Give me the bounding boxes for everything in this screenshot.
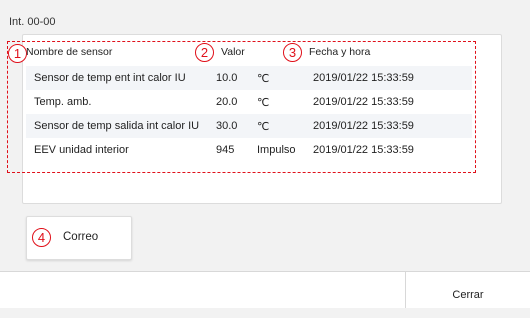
- table-row: Sensor de temp ent int calor IU 10.0 ℃ 2…: [26, 66, 472, 90]
- sensor-unit: ℃: [257, 97, 270, 109]
- sensor-unit: ℃: [257, 73, 270, 85]
- footer-bar: Cerrar: [0, 271, 530, 308]
- sensor-datetime: 2019/01/22 15:33:59: [313, 96, 414, 108]
- sensor-datetime: 2019/01/22 15:33:59: [313, 120, 414, 132]
- column-header-datetime: Fecha y hora: [309, 46, 371, 58]
- sensor-datetime: 2019/01/22 15:33:59: [313, 72, 414, 84]
- callout-marker-3: 3: [283, 43, 302, 62]
- sensor-value: 20.0: [216, 96, 238, 108]
- sensor-unit: Impulso: [257, 144, 296, 156]
- callout-marker-1: 1: [8, 44, 27, 63]
- table-row: Temp. amb. 20.0 ℃ 2019/01/22 15:33:59: [26, 90, 472, 114]
- column-header-name: Nombre de sensor: [26, 46, 113, 58]
- close-button[interactable]: Cerrar: [406, 272, 530, 308]
- sensor-value: 945: [216, 144, 235, 156]
- sensor-name: EEV unidad interior: [34, 144, 129, 156]
- mail-button[interactable]: 4 Correo: [26, 216, 132, 260]
- sensor-value: 30.0: [216, 120, 238, 132]
- sensor-unit: ℃: [257, 121, 270, 133]
- mail-button-label: Correo: [63, 231, 99, 243]
- sensor-name: Sensor de temp salida int calor IU: [34, 120, 200, 132]
- screen-title: Int. 00-00: [9, 16, 56, 28]
- callout-marker-2: 2: [195, 43, 214, 62]
- sensor-value: 10.0: [216, 72, 238, 84]
- table-row: EEV unidad interior 945 Impulso 2019/01/…: [26, 138, 472, 162]
- column-header-value: Valor: [221, 46, 245, 58]
- sensor-name: Sensor de temp ent int calor IU: [34, 72, 186, 84]
- table-row: Sensor de temp salida int calor IU 30.0 …: [26, 114, 472, 138]
- sensor-datetime: 2019/01/22 15:33:59: [313, 144, 414, 156]
- sensor-name: Temp. amb.: [34, 96, 92, 108]
- callout-marker-4: 4: [32, 228, 51, 247]
